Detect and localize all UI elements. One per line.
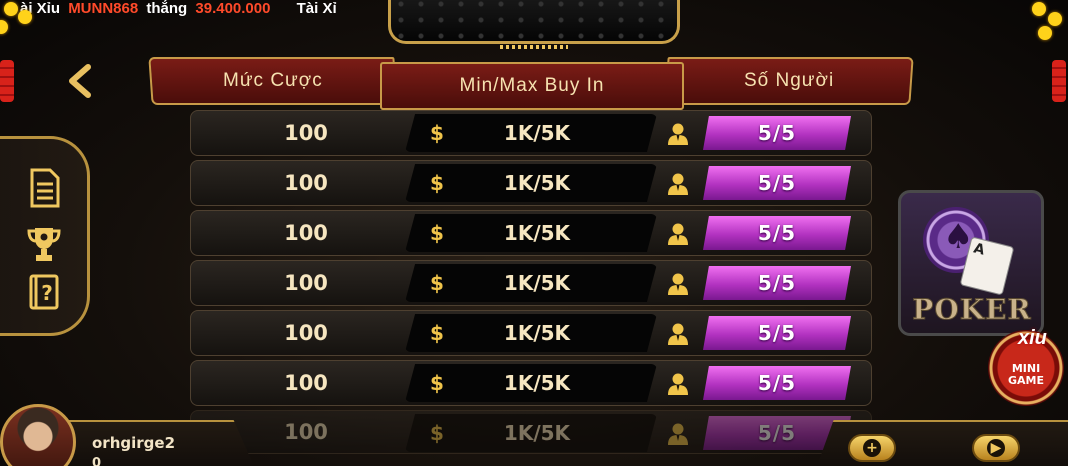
room-players: 5/5 (703, 266, 851, 300)
room-bet: 100 (284, 321, 328, 345)
room-buy-in: $1K/5K (405, 264, 657, 302)
room-row[interactable]: 100 $1K/5K 5/5 (190, 260, 872, 306)
room-buy-in-value: 1K/5K (503, 121, 571, 145)
ticker-winner-name: MUNN868 (68, 0, 139, 17)
back-button[interactable] (66, 64, 96, 98)
room-buy-in: $1K/5K (405, 164, 657, 202)
svg-text:?: ? (41, 281, 53, 305)
room-players: 5/5 (703, 316, 851, 350)
room-bet: 100 (284, 271, 328, 295)
header-players-label: Số Người (743, 70, 835, 91)
firecracker-decor-right (1052, 60, 1066, 102)
person-icon (668, 223, 688, 245)
room-row[interactable]: 100 $1K/5K 5/5 (190, 110, 872, 156)
dollar-icon: $ (430, 421, 444, 445)
dollar-icon: $ (430, 171, 444, 195)
poker-game-card[interactable]: POKER (898, 190, 1044, 336)
room-players: 5/5 (703, 216, 851, 250)
header-buy-in: Min/Max Buy In (380, 62, 684, 110)
room-buy-in: $1K/5K (405, 414, 657, 452)
top-decor-panel (388, 0, 680, 44)
room-buy-in-value: 1K/5K (503, 421, 571, 445)
history-button[interactable] (26, 168, 62, 208)
mini-game-brand: xiu (1018, 327, 1047, 349)
person-icon (668, 373, 688, 395)
room-bet: 100 (284, 371, 328, 395)
room-buy-in-value: 1K/5K (503, 271, 571, 295)
help-book-icon: ? (29, 274, 59, 310)
room-bet: 100 (284, 121, 328, 145)
room-buy-in-value: 1K/5K (503, 171, 571, 195)
room-buy-in-value: 1K/5K (503, 371, 571, 395)
ticker-amount: 39.400.000 (195, 0, 271, 17)
room-buy-in: $1K/5K (405, 364, 657, 402)
room-players: 5/5 (703, 116, 851, 150)
room-buy-in: $1K/5K (405, 114, 657, 152)
room-buy-in: $1K/5K (405, 214, 657, 252)
winner-ticker: ài Xỉu MUNN868 thắng 39.400.000 Tài Xỉ (0, 0, 400, 20)
dollar-icon: $ (430, 221, 444, 245)
play-icon: ▶ (987, 439, 1005, 457)
dollar-icon: $ (430, 371, 444, 395)
room-players: 5/5 (703, 366, 851, 400)
apricot-blossom-decor-right (1018, 0, 1068, 40)
room-players: 5/5 (703, 166, 851, 200)
room-bet: 100 (284, 420, 328, 444)
help-button[interactable]: ? (26, 272, 62, 312)
user-balance: 0 (92, 456, 102, 466)
leaderboard-button[interactable] (26, 224, 62, 264)
person-icon (668, 173, 688, 195)
room-buy-in-value: 1K/5K (503, 221, 571, 245)
plus-icon: + (863, 439, 881, 457)
room-buy-in-value: 1K/5K (503, 321, 571, 345)
room-list: 100 $1K/5K 5/5 100 $1K/5K 5/5 100 $1K/5K… (190, 110, 872, 458)
poker-label: POKER (912, 293, 1032, 327)
chevron-left-icon (69, 64, 91, 98)
header-players: Số Người (664, 57, 914, 105)
header-bet-level-label: Mức Cược (223, 70, 323, 91)
add-funds-button[interactable]: + (848, 434, 896, 462)
room-buy-in: $1K/5K (405, 314, 657, 352)
person-icon (668, 273, 688, 295)
username: orhgirge2 (92, 434, 176, 452)
dollar-icon: $ (430, 321, 444, 345)
person-icon (668, 423, 688, 445)
top-decor-lights (500, 45, 568, 49)
dollar-icon: $ (430, 271, 444, 295)
document-icon (30, 168, 60, 208)
ticker-verb: thắng (146, 0, 188, 17)
firecracker-decor-left (0, 60, 14, 102)
room-row[interactable]: 100 $1K/5K 5/5 (190, 360, 872, 406)
mini-game-line2: GAME (1007, 374, 1044, 387)
person-icon (668, 123, 688, 145)
mini-game-button[interactable]: xiu MINI GAME (988, 327, 1064, 406)
play-button[interactable]: ▶ (972, 434, 1020, 462)
room-row[interactable]: 100 $1K/5K 5/5 (190, 160, 872, 206)
room-bet: 100 (284, 221, 328, 245)
header-buy-in-label: Min/Max Buy In (459, 75, 605, 96)
apricot-blossom-decor-left (0, 0, 50, 40)
room-row[interactable]: 100 $1K/5K 5/5 (190, 410, 872, 454)
trophy-icon (27, 228, 61, 261)
ticker-next-prefix: Tài Xỉ (296, 0, 337, 17)
header-bet-level: Mức Cược (148, 57, 398, 105)
room-row[interactable]: 100 $1K/5K 5/5 (190, 310, 872, 356)
person-icon (668, 323, 688, 345)
room-row[interactable]: 100 $1K/5K 5/5 (190, 210, 872, 256)
dollar-icon: $ (430, 121, 444, 145)
room-bet: 100 (284, 171, 328, 195)
